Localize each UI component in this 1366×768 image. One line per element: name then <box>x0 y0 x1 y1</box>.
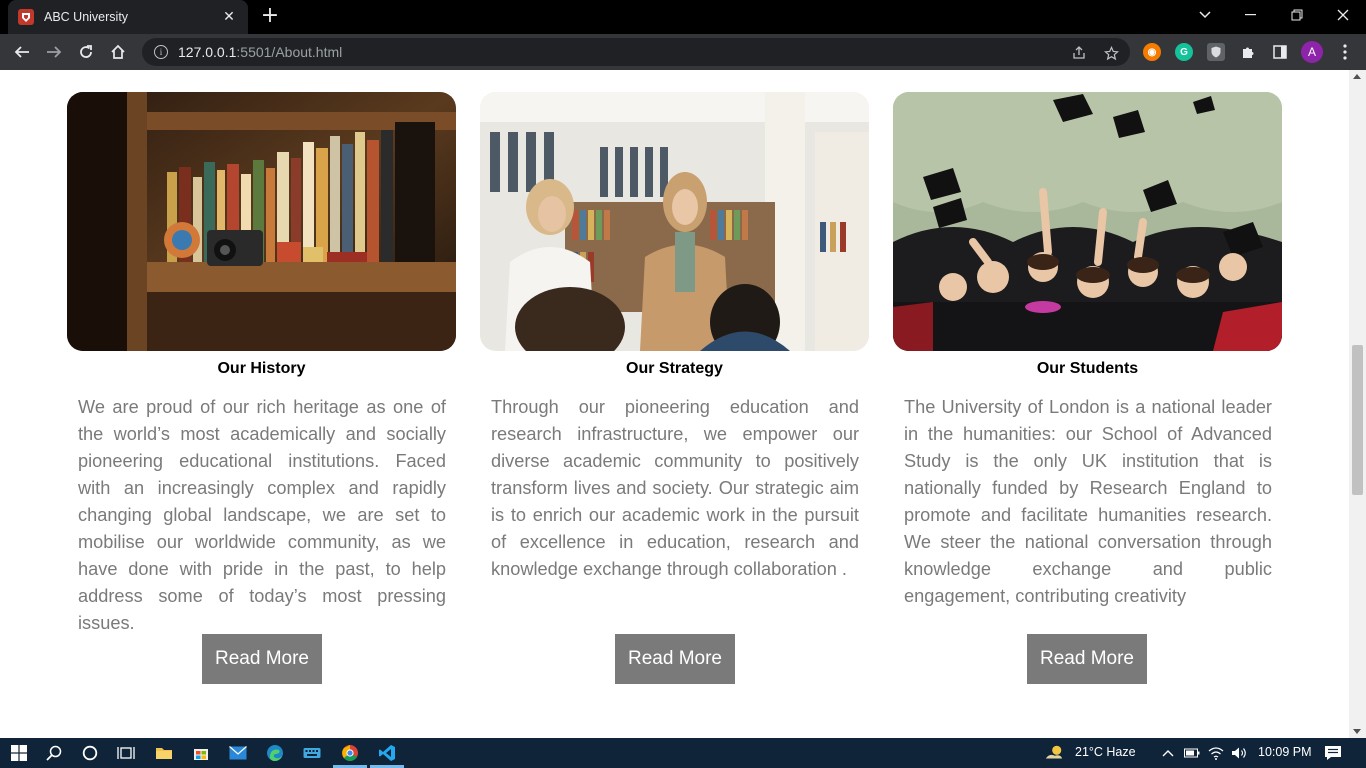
search-icon[interactable] <box>44 743 64 763</box>
task-view-icon[interactable] <box>116 743 136 763</box>
mail-icon[interactable] <box>228 743 248 763</box>
windows-start-icon[interactable] <box>9 743 29 763</box>
home-icon[interactable] <box>106 40 130 64</box>
read-more-students-button[interactable]: Read More <box>1027 634 1147 684</box>
card-our-strategy: Our Strategy Through our pioneering educ… <box>480 92 869 637</box>
clock-time[interactable]: 10:09 PM <box>1258 745 1312 759</box>
side-panel-icon[interactable] <box>1271 43 1289 61</box>
weather-haze-icon[interactable] <box>1044 743 1064 763</box>
browser-menu-icon[interactable] <box>1336 43 1354 61</box>
wifi-icon[interactable] <box>1206 743 1226 763</box>
library-discussion-image <box>480 92 869 351</box>
back-arrow-icon[interactable] <box>10 40 34 64</box>
vscode-icon[interactable] <box>377 743 397 763</box>
reload-icon[interactable] <box>74 40 98 64</box>
edge-browser-icon[interactable] <box>265 743 285 763</box>
card-description: We are proud of our rich heritage as one… <box>78 397 446 633</box>
show-hidden-icons-chevron-icon[interactable] <box>1158 743 1178 763</box>
rss-extension-icon[interactable]: ◉ <box>1143 43 1161 61</box>
restore-icon[interactable] <box>1274 0 1320 30</box>
scroll-down-arrow-icon[interactable] <box>1353 729 1361 734</box>
bookshelf-image <box>67 92 456 351</box>
university-favicon-icon <box>18 9 34 25</box>
card-title: Our History <box>217 360 306 377</box>
microsoft-store-icon[interactable] <box>191 743 211 763</box>
minimize-icon[interactable] <box>1228 0 1274 30</box>
share-icon[interactable] <box>1070 44 1088 62</box>
notifications-icon[interactable] <box>1323 743 1343 763</box>
card-our-students: Our Students The University of London is… <box>893 92 1282 637</box>
new-tab-icon[interactable]: + <box>258 5 282 27</box>
site-info-icon[interactable]: i <box>154 45 168 59</box>
browser-toolbar: i 127.0.0.1:5501/About.html ◉ G A <box>0 34 1366 70</box>
url-host: 127.0.0.1 <box>178 44 237 60</box>
card-description: The University of London is a national l… <box>904 397 1272 606</box>
url-path: :5501/About.html <box>236 44 343 60</box>
profile-avatar[interactable]: A <box>1301 41 1323 63</box>
grammarly-extension-icon[interactable]: G <box>1175 43 1193 61</box>
card-description: Through our pioneering education and res… <box>491 397 859 579</box>
browser-tab-strip: ABC University ✕ + <box>0 0 1366 34</box>
page-viewport: Our History We are proud of our rich her… <box>0 70 1349 738</box>
page-scrollbar[interactable] <box>1349 70 1366 738</box>
bookmark-star-icon[interactable] <box>1102 44 1120 62</box>
card-title: Our Strategy <box>626 360 723 377</box>
puzzle-extensions-icon[interactable] <box>1239 43 1257 61</box>
scroll-thumb[interactable] <box>1352 345 1363 495</box>
browser-tab[interactable]: ABC University ✕ <box>8 0 248 34</box>
close-tab-icon[interactable]: ✕ <box>220 9 238 25</box>
read-more-strategy-button[interactable]: Read More <box>615 634 735 684</box>
cortana-icon[interactable] <box>80 743 100 763</box>
read-more-history-button[interactable]: Read More <box>202 634 322 684</box>
file-explorer-icon[interactable] <box>154 743 174 763</box>
volume-icon[interactable] <box>1229 743 1249 763</box>
card-our-history: Our History We are proud of our rich her… <box>67 92 456 637</box>
close-window-icon[interactable] <box>1320 0 1366 30</box>
tab-title: ABC University <box>44 10 129 24</box>
battery-icon[interactable] <box>1182 743 1202 763</box>
card-title: Our Students <box>1036 360 1139 377</box>
scroll-up-arrow-icon[interactable] <box>1353 74 1361 79</box>
address-bar[interactable]: i 127.0.0.1:5501/About.html <box>142 38 1130 66</box>
keyboard-app-icon[interactable] <box>302 743 322 763</box>
shield-extension-icon[interactable] <box>1207 43 1225 61</box>
windows-taskbar: 21°C Haze 10:09 PM <box>0 738 1366 768</box>
chrome-icon[interactable] <box>340 743 360 763</box>
tab-search-icon[interactable] <box>1182 0 1228 30</box>
weather-text[interactable]: 21°C Haze <box>1075 745 1136 759</box>
forward-arrow-icon[interactable] <box>42 40 66 64</box>
graduation-caps-image <box>893 92 1282 351</box>
